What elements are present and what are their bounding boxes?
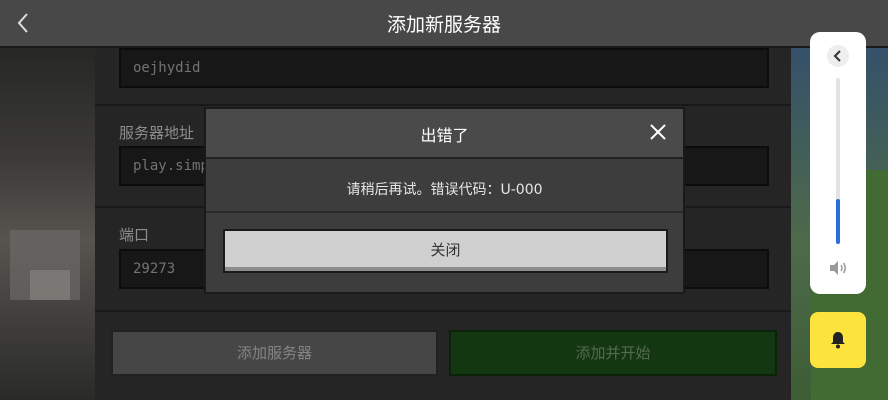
background-left <box>0 0 95 400</box>
dialog-close-action-button[interactable]: 关闭 <box>223 229 668 273</box>
error-dialog: 出错了 请稍后再试。错误代码：U-000 关闭 <box>204 107 685 294</box>
dialog-header: 出错了 <box>206 109 683 159</box>
volume-mute-button[interactable] <box>828 260 848 276</box>
volume-panel <box>810 32 866 294</box>
volume-level <box>836 199 840 244</box>
page-title: 添加新服务器 <box>386 14 501 36</box>
bell-icon <box>831 332 845 349</box>
close-icon <box>650 124 666 140</box>
volume-collapse-button[interactable] <box>827 45 849 67</box>
chevron-left-icon <box>833 50 841 62</box>
dialog-separator <box>206 211 683 213</box>
background-block <box>30 270 70 300</box>
dialog-close-button[interactable] <box>647 121 669 143</box>
notification-bell-button[interactable] <box>810 312 866 368</box>
dialog-message: 请稍后再试。错误代码：U-000 <box>346 182 543 198</box>
title-bar: 添加新服务器 <box>0 0 888 48</box>
dialog-title: 出错了 <box>420 126 469 145</box>
speaker-icon <box>830 261 846 275</box>
